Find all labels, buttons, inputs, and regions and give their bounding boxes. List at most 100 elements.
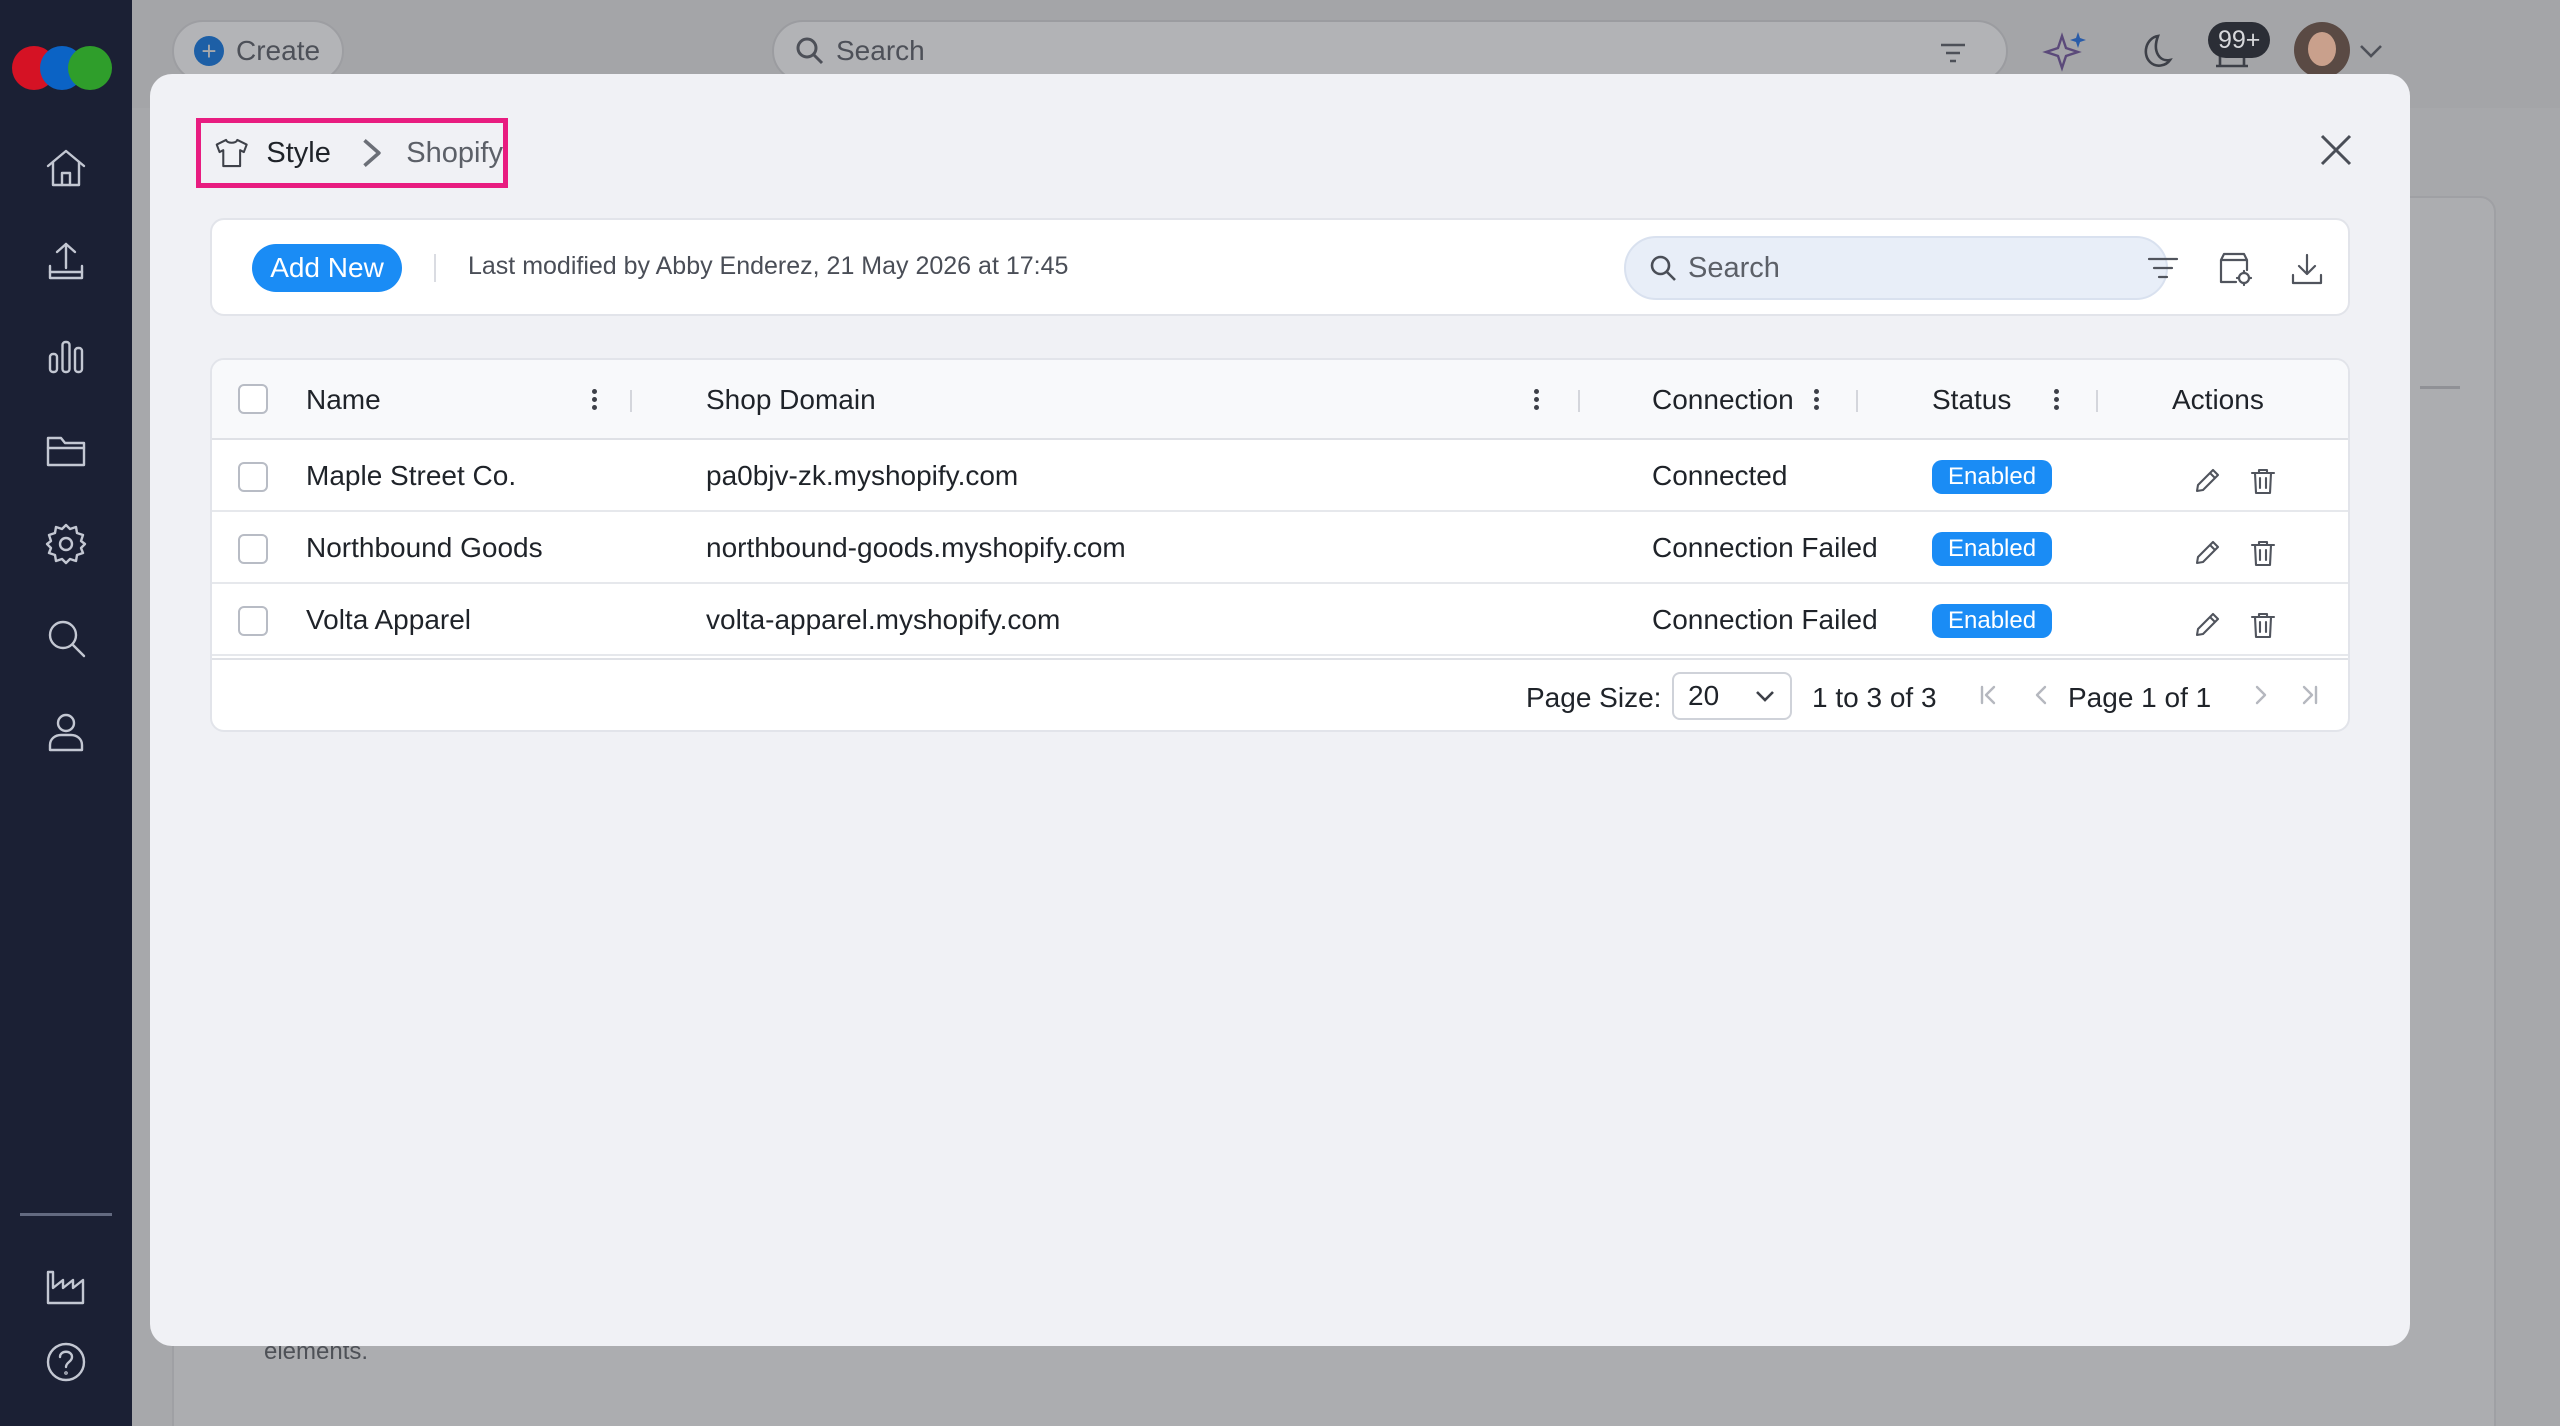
column-menu-icon[interactable] [1528, 386, 1544, 416]
download-icon [2291, 253, 2323, 285]
column-resizer[interactable] [1856, 390, 1858, 412]
table-row[interactable]: Maple Street Co. pa0bjv-zk.myshopify.com… [212, 440, 2348, 512]
pencil-icon [2195, 540, 2220, 565]
create-button[interactable]: + Create [172, 20, 344, 82]
prev-page-button[interactable] [2024, 678, 2058, 712]
row-range: 1 to 3 of 3 [1812, 682, 1937, 713]
column-menu-icon[interactable] [1808, 386, 1824, 416]
table-search-input[interactable] [1688, 251, 2148, 285]
page-indicator: Page 1 of 1 [2068, 682, 2212, 713]
delete-button[interactable] [2244, 606, 2282, 644]
column-header-actions: Actions [2172, 384, 2264, 415]
filter-button[interactable] [2140, 246, 2186, 292]
column-header-name[interactable]: Name [306, 384, 381, 416]
factory-icon[interactable] [36, 1256, 96, 1316]
table-search[interactable] [1624, 236, 2168, 300]
pagination: Page Size: 20 1 to 3 of 3 Page 1 of 1 [212, 658, 2348, 730]
upload-icon[interactable] [36, 232, 96, 292]
page-size-label: Page Size: [1526, 682, 1662, 713]
shop-domain: pa0bjv-zk.myshopify.com [706, 460, 1019, 491]
column-resizer[interactable] [2096, 390, 2098, 412]
table-settings-icon [2219, 252, 2253, 287]
table-row[interactable]: Northbound Goods northbound-goods.myshop… [212, 512, 2348, 584]
plus-icon: + [194, 36, 224, 66]
edit-button[interactable] [2188, 606, 2226, 644]
page-size-value: 20 [1688, 680, 1720, 711]
edit-button[interactable] [2188, 534, 2226, 572]
table-toolbar: Add New Last modified by Abby Enderez, 2… [210, 218, 2350, 316]
last-page-icon [2302, 685, 2318, 705]
sidebar-divider [20, 1213, 112, 1216]
global-search-placeholder: Search [836, 35, 925, 66]
avatar[interactable] [2294, 22, 2350, 78]
column-settings-button[interactable] [2212, 246, 2258, 292]
toolbar-divider [434, 254, 436, 282]
store-name: Maple Street Co. [306, 460, 517, 491]
pencil-icon [2195, 468, 2220, 493]
trash-icon [2250, 468, 2276, 495]
page-size-select[interactable]: 20 [1672, 672, 1792, 720]
pencil-icon [2195, 612, 2220, 637]
search-icon [796, 37, 824, 65]
first-page-button[interactable] [1972, 678, 2006, 712]
add-new-button[interactable]: Add New [252, 244, 402, 292]
status-badge: Enabled [1932, 604, 2053, 638]
chevron-down-icon[interactable] [2356, 36, 2386, 66]
bar-chart-icon[interactable] [36, 326, 96, 386]
column-header-shop-domain[interactable]: Shop Domain [706, 384, 876, 416]
column-resizer[interactable] [630, 390, 632, 412]
help-icon[interactable] [36, 1332, 96, 1392]
chevron-down-icon [1756, 691, 1774, 702]
first-page-icon [1980, 685, 1996, 705]
edit-button[interactable] [2188, 462, 2226, 500]
global-search-input[interactable]: Search [772, 20, 2008, 82]
download-button[interactable] [2284, 246, 2330, 292]
last-modified-text: Last modified by Abby Enderez, 21 May 20… [468, 252, 1069, 280]
app-logo[interactable] [12, 46, 120, 90]
settings-icon[interactable] [36, 514, 96, 574]
column-menu-icon[interactable] [2048, 386, 2064, 416]
user-icon[interactable] [36, 702, 96, 762]
chevron-right-icon [2255, 685, 2267, 705]
column-header-status[interactable]: Status [1932, 384, 2011, 416]
t-shirt-icon [215, 138, 248, 168]
row-checkbox[interactable] [238, 606, 268, 636]
shopify-modal: Style Shopify Add New Last modified by A… [150, 74, 2410, 1346]
table-header: Name Shop Domain Connection Status Actio… [212, 360, 2348, 440]
filter-icon [2147, 257, 2179, 279]
select-all-checkbox[interactable] [238, 384, 268, 414]
moon-icon[interactable] [2124, 22, 2180, 82]
breadcrumb-parent[interactable]: Style [266, 137, 330, 170]
folder-icon[interactable] [36, 420, 96, 480]
trash-icon [2250, 612, 2276, 639]
column-resizer[interactable] [1578, 390, 1580, 412]
sparkle-icon[interactable] [2036, 22, 2092, 82]
background-divider [2420, 386, 2460, 389]
filter-icon[interactable] [1938, 38, 1968, 68]
shop-domain: northbound-goods.myshopify.com [706, 532, 1126, 563]
delete-button[interactable] [2244, 534, 2282, 572]
chevron-right-icon [363, 139, 381, 167]
breadcrumb: Style Shopify [196, 118, 508, 188]
store-name: Volta Apparel [306, 604, 472, 635]
create-label: Create [236, 35, 321, 66]
connection-status: Connection Failed [1652, 532, 1878, 563]
status-badge: Enabled [1932, 460, 2053, 494]
stores-table: Name Shop Domain Connection Status Actio… [210, 358, 2350, 732]
connection-status: Connection Failed [1652, 604, 1878, 635]
close-button[interactable] [2306, 120, 2366, 180]
delete-button[interactable] [2244, 462, 2282, 500]
next-page-button[interactable] [2244, 678, 2278, 712]
column-menu-icon[interactable] [586, 386, 602, 416]
notification-badge: 99+ [2208, 22, 2271, 58]
search-icon[interactable] [36, 608, 96, 668]
last-page-button[interactable] [2292, 678, 2326, 712]
search-icon [1650, 255, 1676, 281]
row-checkbox[interactable] [238, 462, 268, 492]
column-header-connection[interactable]: Connection [1652, 384, 1794, 416]
home-icon[interactable] [36, 138, 96, 198]
row-checkbox[interactable] [238, 534, 268, 564]
status-badge: Enabled [1932, 532, 2053, 566]
close-icon [2320, 134, 2352, 166]
table-row[interactable]: Volta Apparel volta-apparel.myshopify.co… [212, 584, 2348, 656]
